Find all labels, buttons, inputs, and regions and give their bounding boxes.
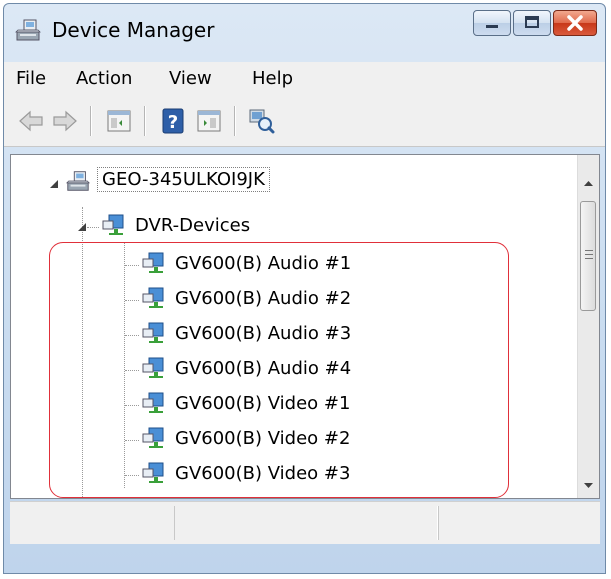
device-row[interactable]: GV600(B) Audio #4 <box>11 352 571 386</box>
vertical-scrollbar[interactable] <box>577 155 599 498</box>
device-row[interactable]: GV600(B) Audio #1 <box>11 247 571 281</box>
menu-help[interactable]: Help <box>252 68 293 89</box>
network-device-icon <box>102 214 124 235</box>
toolbar-separator <box>90 106 92 136</box>
scroll-up-arrow-icon[interactable] <box>578 173 599 193</box>
category-label[interactable]: DVR-Devices <box>135 215 250 236</box>
device-manager-window: Device Manager File Action View Help ? G… <box>3 3 606 574</box>
tree-connector <box>125 475 139 476</box>
tree-connector <box>125 300 139 301</box>
network-device-icon <box>142 427 164 448</box>
maximize-icon <box>525 16 539 28</box>
scan-hardware-icon[interactable] <box>246 106 276 136</box>
menu-action[interactable]: Action <box>76 68 132 89</box>
device-row[interactable]: GV600(B) Video #2 <box>11 422 571 456</box>
toolbar-separator <box>144 106 146 136</box>
tree-category-row[interactable]: DVR-Devices <box>11 209 571 243</box>
device-label[interactable]: GV600(B) Video #4 <box>175 498 350 499</box>
network-device-icon <box>142 462 164 483</box>
device-label[interactable]: GV600(B) Video #2 <box>175 428 350 449</box>
network-device-icon <box>142 357 164 378</box>
tree-connector <box>125 265 139 266</box>
back-arrow-icon[interactable] <box>16 106 46 136</box>
scrollbar-thumb[interactable] <box>580 201 596 311</box>
network-device-icon <box>142 287 164 308</box>
tree-connector <box>87 227 99 228</box>
tree-connector <box>125 405 139 406</box>
svg-text:?: ? <box>168 112 178 133</box>
device-label[interactable]: GV600(B) Audio #1 <box>175 253 351 274</box>
tree-connector <box>125 440 139 441</box>
network-device-icon <box>142 252 164 273</box>
maximize-button[interactable] <box>513 10 551 36</box>
expanded-arrow-icon[interactable] <box>77 222 87 232</box>
menu-bar: File Action View Help <box>4 62 605 97</box>
tree-root-row[interactable]: GEO-345ULKOI9JK <box>11 167 571 201</box>
console-view-icon[interactable] <box>194 106 224 136</box>
network-device-icon <box>148 497 164 498</box>
device-tree-view[interactable]: GEO-345ULKOI9JK DVR-Devices GV600(B) Aud… <box>10 154 600 499</box>
computer-icon <box>15 19 41 41</box>
network-device-icon <box>142 322 164 343</box>
expanded-arrow-icon[interactable] <box>49 179 59 189</box>
grip-line <box>585 254 593 255</box>
tree-connector <box>125 370 139 371</box>
close-icon <box>567 15 583 31</box>
network-device-icon <box>142 392 164 413</box>
device-row[interactable]: GV600(B) Video #3 <box>11 457 571 491</box>
minimize-icon <box>486 25 498 28</box>
device-label[interactable]: GV600(B) Video #1 <box>175 393 350 414</box>
status-bar <box>10 501 600 544</box>
root-computer-label[interactable]: GEO-345ULKOI9JK <box>97 167 270 192</box>
device-row[interactable]: GV600(B) Video #1 <box>11 387 571 421</box>
toolbar: ? <box>4 96 605 147</box>
computer-icon <box>65 171 91 191</box>
status-pane <box>438 506 599 540</box>
forward-arrow-icon[interactable] <box>50 106 80 136</box>
device-row[interactable]: GV600(B) Audio #2 <box>11 282 571 316</box>
grip-line <box>585 258 593 259</box>
device-label[interactable]: GV600(B) Video #3 <box>175 463 350 484</box>
minimize-button[interactable] <box>473 10 511 36</box>
close-button[interactable] <box>553 10 597 36</box>
window-title: Device Manager <box>52 18 215 42</box>
device-row[interactable]: GV600(B) Video #4 <box>11 492 571 499</box>
menu-view[interactable]: View <box>169 68 212 89</box>
status-pane <box>174 506 438 540</box>
grip-line <box>585 250 593 251</box>
toolbar-separator <box>234 106 236 136</box>
help-icon[interactable]: ? <box>158 106 188 136</box>
title-bar[interactable]: Device Manager <box>4 4 605 60</box>
device-label[interactable]: GV600(B) Audio #2 <box>175 288 351 309</box>
menu-file[interactable]: File <box>16 68 46 89</box>
tree-connector <box>125 335 139 336</box>
device-label[interactable]: GV600(B) Audio #4 <box>175 358 351 379</box>
device-row[interactable]: GV600(B) Audio #3 <box>11 317 571 351</box>
scroll-down-arrow-icon[interactable] <box>578 476 599 496</box>
properties-console-icon[interactable] <box>104 106 134 136</box>
device-label[interactable]: GV600(B) Audio #3 <box>175 323 351 344</box>
